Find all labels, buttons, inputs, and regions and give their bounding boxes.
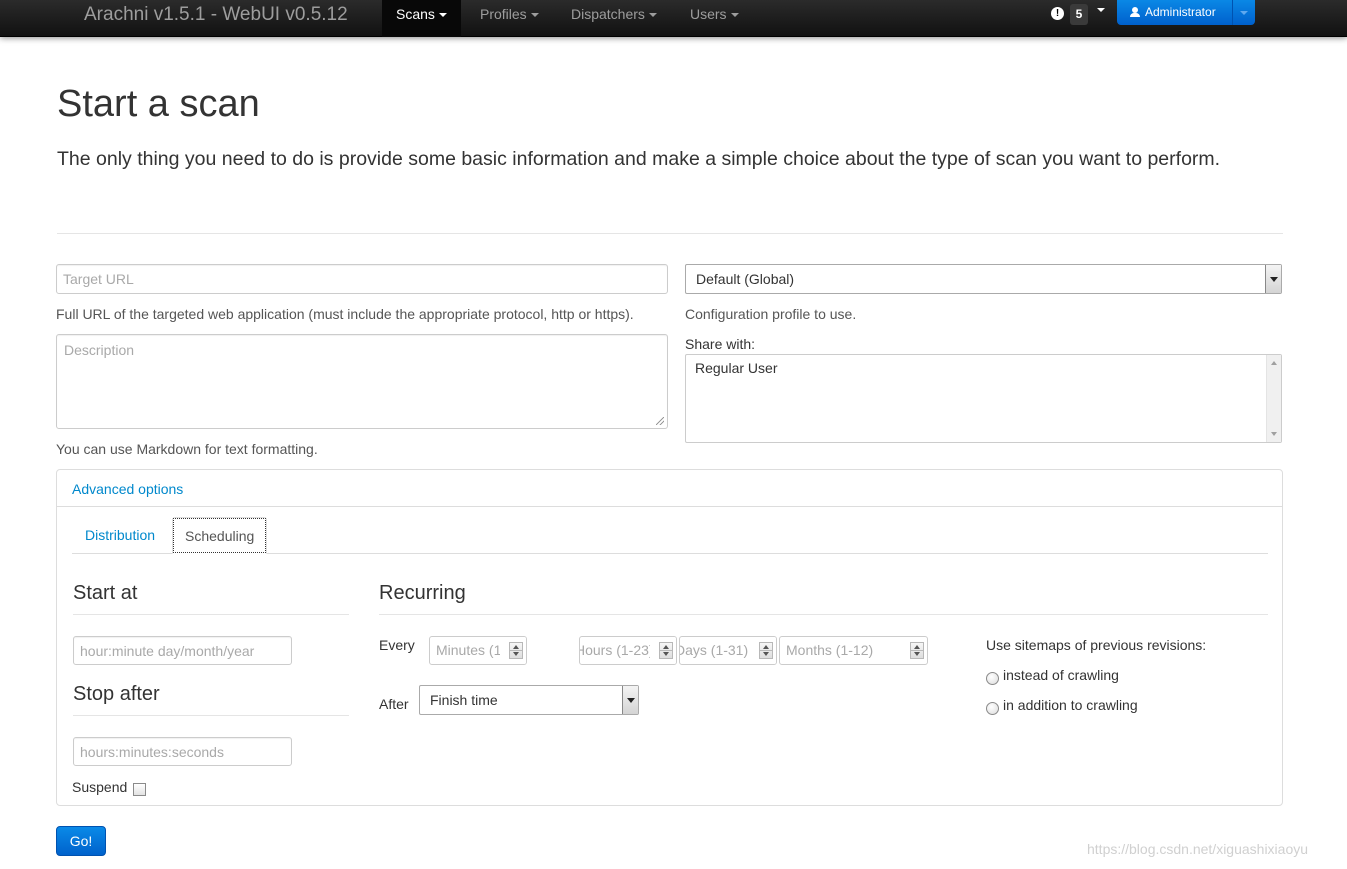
nav-users-label: Users	[690, 6, 727, 22]
nav-users[interactable]: Users	[676, 0, 753, 37]
page-lead: The only thing you need to do is provide…	[57, 148, 1221, 170]
tab-distribution[interactable]: Distribution	[73, 517, 167, 554]
user-button-label: Administrator	[1145, 5, 1216, 19]
chevron-down-icon	[1097, 8, 1105, 12]
focus-ring	[173, 518, 266, 553]
share-option[interactable]: Regular User	[695, 360, 777, 376]
start-at-input[interactable]	[73, 636, 292, 665]
description-placeholder: Description	[64, 342, 135, 358]
user-icon	[1130, 7, 1140, 17]
nav-scans[interactable]: Scans	[382, 0, 461, 37]
spinner-arrows-icon[interactable]	[509, 642, 523, 659]
sitemaps-instead-label[interactable]: instead of crawling	[1003, 667, 1119, 683]
spinner-arrows-icon[interactable]	[759, 642, 773, 659]
description-textarea[interactable]: Description	[56, 334, 668, 429]
user-button-main[interactable]: Administrator	[1117, 0, 1232, 25]
advanced-options-panel: Advanced options Distribution Scheduling…	[56, 469, 1283, 806]
share-with-label: Share with:	[685, 336, 756, 352]
notification-count-badge: 5	[1070, 4, 1088, 25]
share-with-listbox[interactable]: Regular User	[685, 354, 1282, 443]
minutes-spinbox[interactable]: Minutes (1-59)	[429, 636, 527, 665]
profile-select[interactable]: Default (Global)	[685, 264, 1282, 294]
suspend-checkbox[interactable]	[133, 783, 146, 796]
start-at-heading: Start at	[73, 582, 138, 604]
chevron-down-icon	[530, 13, 539, 18]
hours-spinbox[interactable]: Hours (1-23)	[579, 636, 677, 665]
hours-placeholder: Hours (1-23)	[579, 642, 654, 658]
target-url-help: Full URL of the targeted web application…	[56, 306, 634, 322]
chevron-down-icon	[1265, 265, 1281, 293]
nav-profiles-label: Profiles	[480, 6, 527, 22]
nav-dispatchers[interactable]: Dispatchers	[557, 0, 671, 37]
profile-select-value: Default (Global)	[696, 271, 795, 287]
divider	[379, 614, 1268, 615]
top-navbar: Arachni v1.5.1 - WebUI v0.5.12 Scans Pro…	[0, 0, 1347, 37]
months-placeholder: Months (1-12)	[786, 642, 874, 658]
after-select[interactable]: Finish time	[419, 685, 639, 715]
spinner-arrows-icon[interactable]	[910, 642, 924, 659]
chevron-down-icon	[438, 13, 447, 18]
months-spinbox[interactable]: Months (1-12)	[779, 636, 928, 665]
chevron-down-icon	[648, 13, 657, 18]
divider	[57, 233, 1283, 234]
after-label: After	[379, 696, 409, 712]
scroll-down-icon[interactable]	[1271, 432, 1277, 436]
stop-after-input[interactable]	[73, 737, 292, 766]
nav-scans-label: Scans	[396, 6, 435, 22]
nav-dispatchers-label: Dispatchers	[571, 6, 645, 22]
app-brand[interactable]: Arachni v1.5.1 - WebUI v0.5.12	[84, 4, 348, 26]
sitemaps-addition-radio[interactable]	[986, 702, 999, 715]
user-menu-toggle[interactable]	[1232, 0, 1255, 25]
recurring-heading: Recurring	[379, 582, 466, 604]
resize-grip-icon[interactable]	[656, 417, 664, 425]
tab-scheduling[interactable]: Scheduling	[172, 517, 267, 554]
every-label: Every	[379, 637, 415, 653]
days-placeholder: Days (1-31)	[679, 642, 749, 658]
after-select-value: Finish time	[430, 692, 498, 708]
nav-profiles[interactable]: Profiles	[466, 0, 553, 37]
scroll-up-icon[interactable]	[1271, 361, 1277, 365]
exclamation-circle-icon: !	[1051, 7, 1064, 20]
listbox-scrollbar[interactable]	[1266, 355, 1281, 442]
profile-help: Configuration profile to use.	[685, 306, 857, 322]
page-title: Start a scan	[57, 83, 260, 125]
advanced-options-link[interactable]: Advanced options	[72, 481, 183, 497]
spinner-arrows-icon[interactable]	[659, 642, 673, 659]
stop-after-heading: Stop after	[73, 683, 160, 705]
notifications-dropdown[interactable]: ! 5	[1046, 4, 1106, 28]
sitemaps-instead-radio[interactable]	[986, 672, 999, 685]
user-menu-button[interactable]: Administrator	[1117, 0, 1255, 25]
chevron-down-icon	[622, 686, 638, 714]
watermark: https://blog.csdn.net/xiguashixiaoyu	[1087, 841, 1309, 857]
sitemaps-addition-label[interactable]: in addition to crawling	[1003, 697, 1138, 713]
chevron-down-icon	[730, 13, 739, 18]
chevron-down-icon	[1240, 10, 1248, 15]
days-spinbox[interactable]: Days (1-31)	[679, 636, 777, 665]
suspend-label: Suspend	[72, 779, 128, 795]
divider	[73, 614, 349, 615]
divider	[73, 715, 349, 716]
panel-heading: Advanced options	[57, 470, 1282, 507]
sitemaps-label: Use sitemaps of previous revisions:	[986, 637, 1207, 653]
target-url-input[interactable]	[56, 264, 668, 294]
description-help: You can use Markdown for text formatting…	[56, 441, 318, 457]
go-button[interactable]: Go!	[56, 826, 106, 856]
